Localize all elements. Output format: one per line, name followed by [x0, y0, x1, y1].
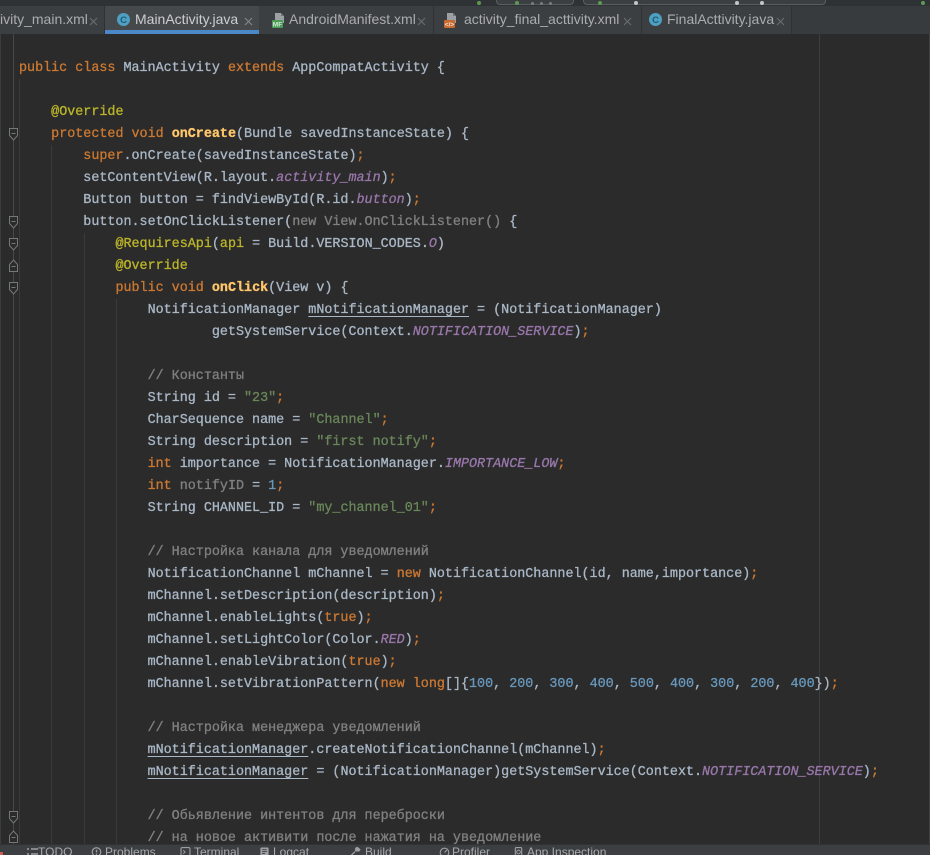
svg-text:MF: MF: [273, 22, 282, 29]
svg-text:C: C: [120, 15, 127, 26]
svg-text:C: C: [652, 15, 659, 26]
svg-text:</>: </>: [445, 22, 455, 29]
